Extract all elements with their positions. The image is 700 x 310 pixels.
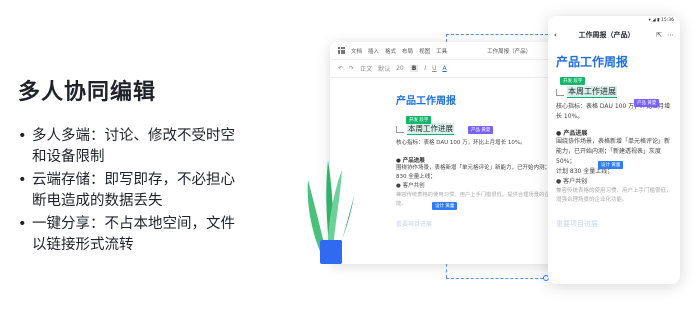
bullet-heading-text: 产品进展 [563,130,588,137]
format-toolbar: ↶ ↷ 正文 默认 20 B I U A [330,60,570,78]
faded-paragraph: 兼容传统表格的使用习惯、用户上手门槛很低，增强合理场景的企业化功能。 [556,188,672,203]
bold-button[interactable]: B [409,65,419,72]
collaborator-tag-design: 设计 黄蕾 [432,202,458,210]
feature-item: • 一键分享：不占本地空间，文件 以链接形式流转 [18,216,235,253]
menu-item-document[interactable]: 文档 [351,47,362,55]
feature-text-panel: 多人协同编辑 • 多人多端：讨论、修改不受时空 和设备限制 • 云端存储：即写即存，不… [18,74,248,258]
sync-connector-bottom-h [446,278,548,279]
apps-grid-icon[interactable] [338,47,345,54]
font-size-select[interactable]: 20 [396,65,404,72]
text-color-button[interactable]: A [443,65,447,72]
mobile-doc-title: 工作周报（产品） [578,31,635,39]
feature-line: 多人多端：讨论、修改不受时空 [32,128,235,144]
document-body[interactable]: 产品工作周报 开发 段宇 产品 黄夏 本周工作进展 核心指标：表格 DAU 10… [330,78,570,228]
headline: 多人协同编辑 [18,80,157,105]
feature-item: • 云端存储：即写即存，不必担心 断电造成的数据丢失 [18,172,235,209]
menu-item-layout[interactable]: 布局 [402,47,413,55]
section-heading-text: 本周工作进展 [567,86,617,98]
faded-paragraph: 兼容传统表格的使用习惯、用户上手门槛很低。提供合理场景的企业化功能。 [396,192,566,207]
redo-icon[interactable]: ↷ [349,65,354,72]
paragraph: 围绕协作场景，表格新增「单元格评论」新能力，已开始内测； [396,164,570,173]
nav-actions: ⇱ ⋯ [656,31,674,39]
feature-line: 一键分享：不占本地空间，文件 [32,216,235,232]
paragraph-style-select[interactable]: 正文 [360,64,372,73]
status-bar: ▾ ◢ ▮ 15:36 [648,18,674,23]
bullet-heading: ● 产品进展 [556,130,588,137]
menu-item-tools[interactable]: 工具 [436,47,447,55]
bullet-heading-text: 客户共创 [402,183,425,189]
paragraph-text: 围绕协作场景，表格新增「单元格评论」新能力，已开始内测； [396,165,551,171]
feature-line: 和设备限制 [32,149,105,165]
feature-line: 断电造成的数据丢失 [32,193,163,209]
undo-icon[interactable]: ↶ [338,65,343,72]
collaborator-tag-dev: 开发 段宇 [560,77,586,85]
doc-heading: 产品工作周报 [556,55,629,69]
collaborator-tag-design: 设计 黄蕾 [598,161,624,169]
bullet-heading-text: 客户共创 [563,178,588,185]
paragraph: 830 全量上线； [396,174,436,180]
feature-line: 以链接形式流转 [32,237,134,253]
core-indicator-text: 核心指标：表格 DAU 100 万，环比上月增长 10%。 [396,140,526,146]
underline-button[interactable]: U [432,65,436,72]
collaborator-tag-dev: 开发 段宇 [406,116,432,124]
italic-button[interactable]: I [424,65,426,72]
font-select[interactable]: 默认 [378,64,390,73]
more-icon[interactable]: ⋯ [667,31,674,39]
section-heading-text: 本周工作进展 [407,123,454,135]
mobile-document-body[interactable]: 产品工作周报 开发 段宇 产品 黄夏 本周工作进展 核心指标：表格 DAU 10… [548,43,680,229]
section-heading: 本周工作进展 [556,86,672,98]
share-icon[interactable]: ⇱ [656,31,662,39]
feature-list: • 多人多端：讨论、修改不受时空 和设备限制 • 云端存储：即写即存，不必担心 断电造成… [18,126,248,256]
feature-line: 云端存储：即写即存，不必担心 [32,172,235,188]
menu-item-format[interactable]: 格式 [385,47,396,55]
chart-emoji-icon [396,125,404,133]
plant-pot [320,240,342,264]
doc-heading: 产品工作周报 [396,96,456,107]
menu-item-insert[interactable]: 插入 [368,47,379,55]
sync-connector-top [446,34,548,35]
mobile-nav-bar: ‹ 工作周报（产品） ⇱ ⋯ [548,27,680,43]
desktop-editor-window: 文档 插入 格式 布局 视图 工具 工作周报（产品） ↶ ↷ 正文 默认 20 … [330,42,570,264]
bullet-heading: ● 客户共创 [556,178,588,185]
document-title: 工作周报（产品） [487,48,532,55]
collaborator-tag-product: 产品 黄夏 [634,99,660,107]
menu-item-view[interactable]: 视图 [419,47,430,55]
mobile-editor-frame: ▾ ◢ ▮ 15:36 ‹ 工作周报（产品） ⇱ ⋯ 产品工作周报 开发 段宇 … [548,16,680,284]
bullet-heading: ● 客户共创 [396,183,425,189]
menu-bar: 文档 插入 格式 布局 视图 工具 工作周报（产品） [330,42,570,60]
collaborator-tag-product: 产品 黄夏 [468,126,494,134]
chart-emoji-icon [556,88,564,96]
faded-heading: 重要项目进展 [396,221,433,228]
feature-item: • 多人多端：讨论、修改不受时空 和设备限制 [18,128,235,165]
bullet-heading: ● 产品进展 [396,158,425,164]
back-icon[interactable]: ‹ [554,31,557,39]
faded-heading: 重要项目进展 [556,220,598,228]
